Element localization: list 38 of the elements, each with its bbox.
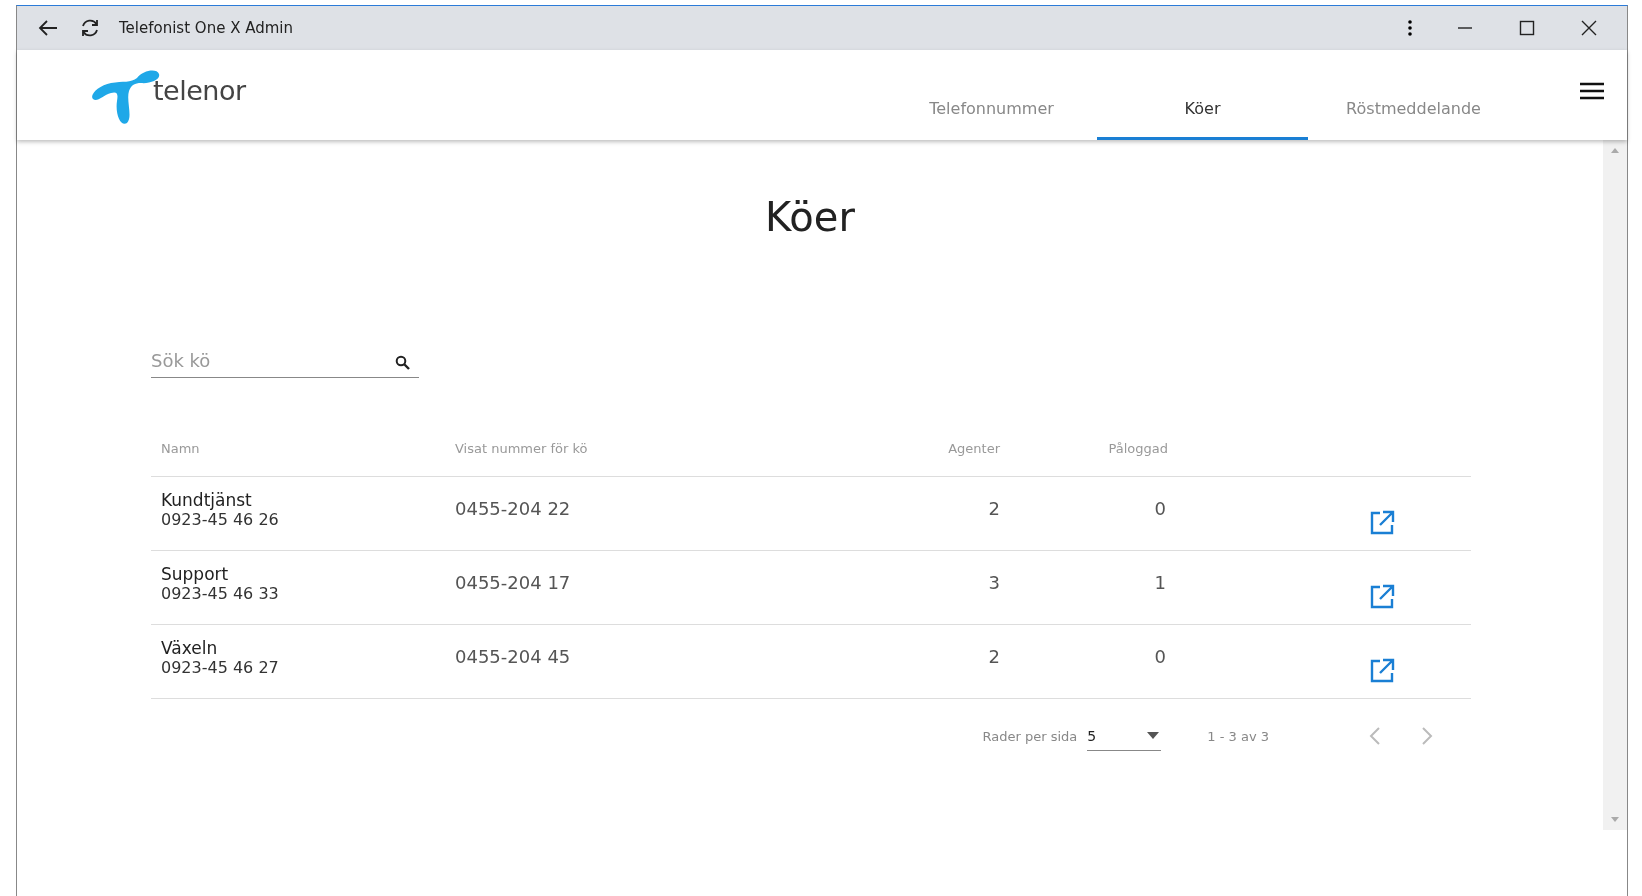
- nav-tab[interactable]: Telefonnummer: [886, 50, 1097, 140]
- logo-text: telenor: [153, 74, 246, 106]
- open-external-icon[interactable]: [1369, 583, 1395, 610]
- table-cell-text: 0: [1153, 646, 1167, 667]
- table-cell-text: 2: [987, 646, 1000, 667]
- page-title: Köer: [765, 194, 855, 240]
- column-header: Visat nummer för kö: [455, 440, 589, 456]
- nav-tab[interactable]: Röstmeddelande: [1308, 50, 1519, 140]
- table-cell-text: 1: [1153, 572, 1167, 593]
- column-header: Agenter: [947, 440, 1000, 456]
- queue-number: 0923-45 46 26: [161, 510, 280, 529]
- search-icon: [395, 355, 411, 371]
- table-cell-text: 2: [987, 498, 1000, 519]
- open-external-icon[interactable]: [1369, 509, 1395, 536]
- maximize-icon[interactable]: [1519, 20, 1535, 36]
- queue-name: Kundtjänst: [161, 490, 253, 510]
- search-field[interactable]: Sök kö: [151, 350, 419, 378]
- table-cell-text: 0455-204 22: [455, 498, 572, 519]
- table-cell-text: 3: [987, 572, 1000, 593]
- nav-tab[interactable]: Köer: [1097, 50, 1308, 140]
- table-cell-text: 0455-204 45: [455, 646, 572, 667]
- column-header: Namn: [160, 440, 201, 456]
- window-title: Telefonist One X Admin: [119, 19, 293, 37]
- close-icon[interactable]: [1581, 20, 1597, 36]
- refresh-icon[interactable]: [79, 17, 101, 39]
- caret-icon: [1147, 732, 1160, 739]
- open-external-icon[interactable]: [1369, 657, 1395, 684]
- rows-per-page-select[interactable]: 5: [1087, 727, 1162, 751]
- queue-name: Växeln: [161, 638, 219, 658]
- queue-number: 0923-45 46 27: [161, 658, 280, 677]
- queue-number: 0923-45 46 33: [161, 584, 280, 603]
- table-cell-text: 0455-204 17: [455, 572, 572, 593]
- rows-per-page-label: Rader per sida: [982, 728, 1078, 744]
- more-options-icon[interactable]: [1407, 19, 1413, 37]
- column-header: Påloggad: [1107, 440, 1168, 456]
- table-cell-text: 0: [1153, 498, 1167, 519]
- queue-name: Support: [161, 564, 230, 584]
- page-range: 1 - 3 av 3: [1207, 728, 1269, 744]
